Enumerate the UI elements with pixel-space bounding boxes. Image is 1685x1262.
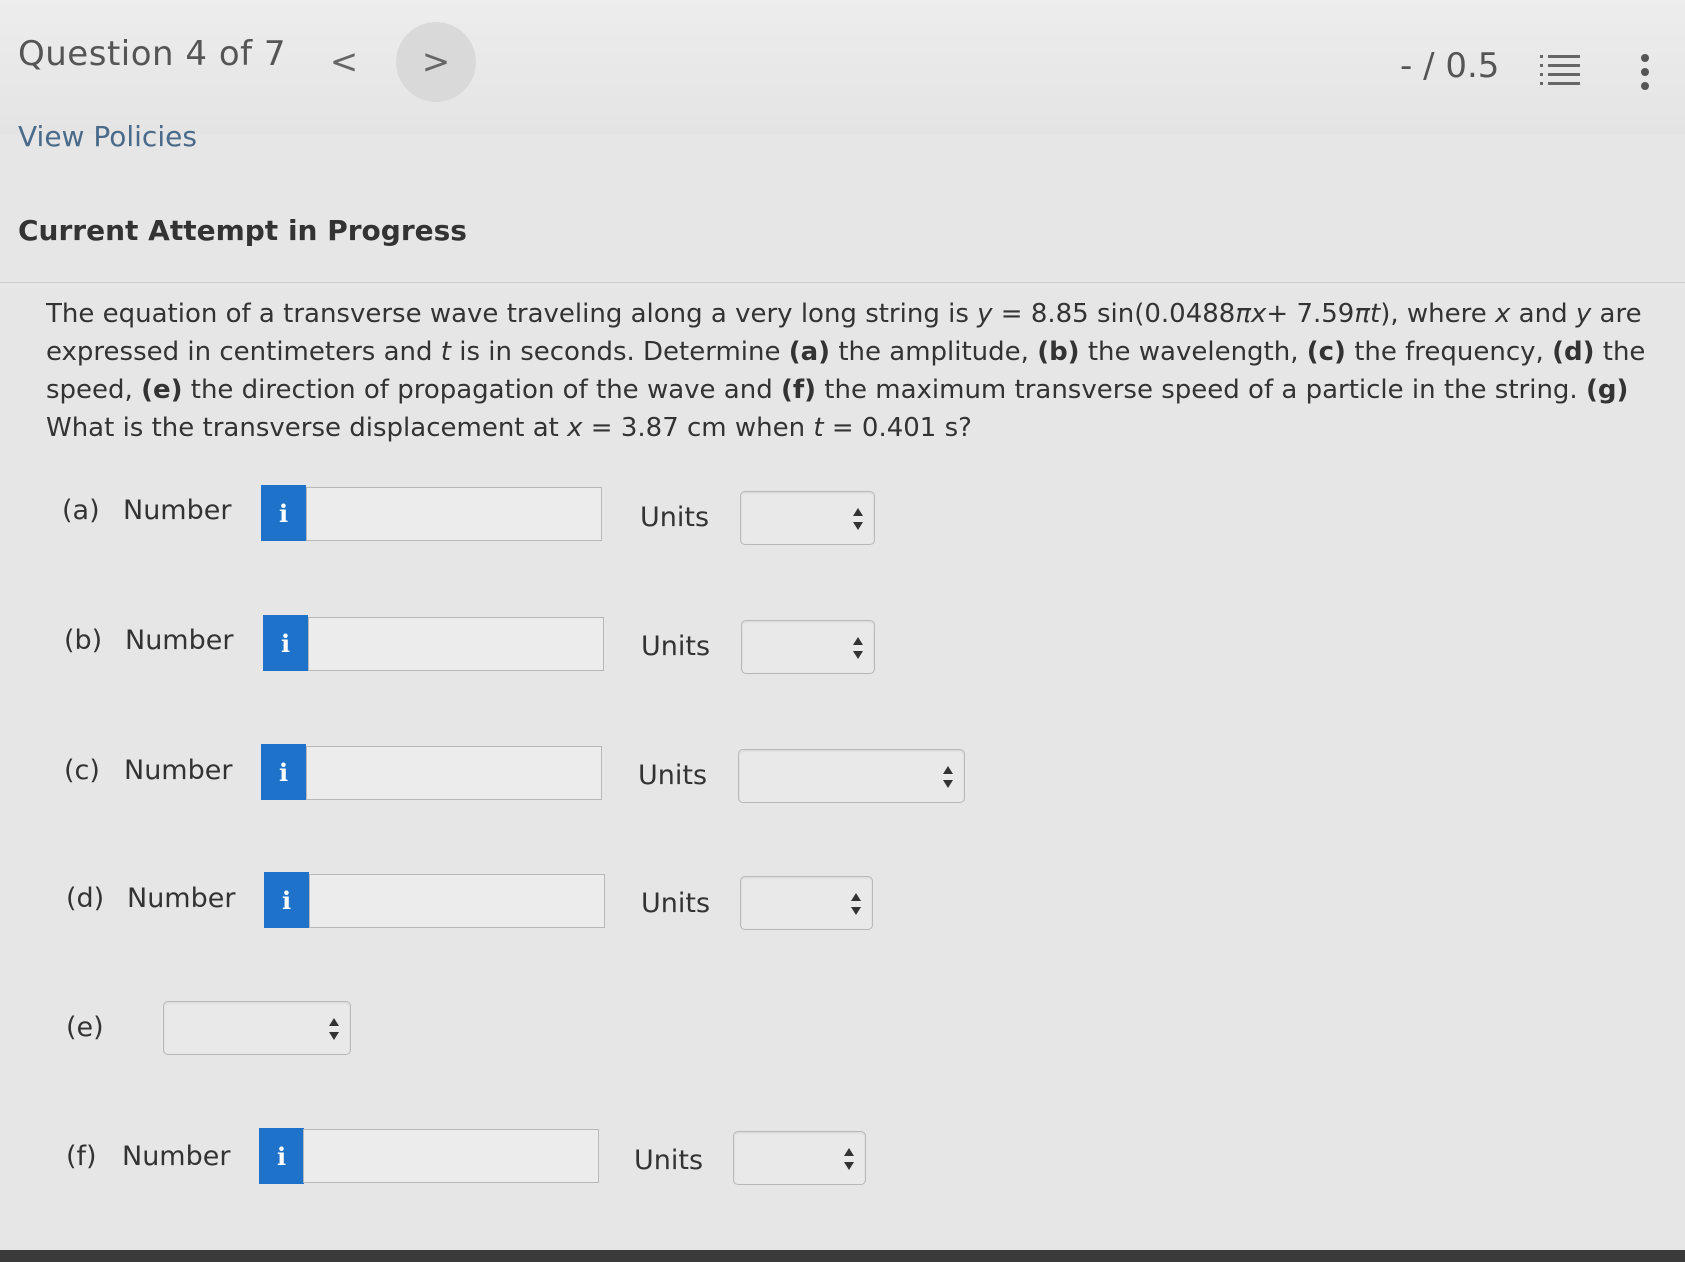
select-arrows-icon [853, 637, 863, 659]
question-list-icon[interactable] [1540, 52, 1582, 88]
part-d-info-button[interactable]: i [264, 872, 309, 928]
part-a-label: (a) [62, 495, 100, 526]
info-icon: i [281, 885, 292, 915]
bottom-edge [0, 1250, 1685, 1262]
part-f-number-input[interactable] [303, 1129, 599, 1183]
part-b-number-label: Number [125, 625, 234, 656]
part-f-info-button[interactable]: i [259, 1128, 304, 1184]
part-d-number-label: Number [127, 883, 236, 914]
info-icon: i [278, 498, 289, 528]
part-b-units-label: Units [641, 631, 711, 662]
part-e-direction-select[interactable] [163, 1001, 351, 1055]
part-c-number-label: Number [124, 755, 233, 786]
divider [0, 282, 1685, 283]
part-a-number-input[interactable] [306, 487, 602, 541]
part-f-label: (f) [66, 1141, 97, 1172]
part-a-units-select[interactable] [740, 491, 875, 545]
part-c-number-input[interactable] [306, 746, 602, 800]
part-c-label: (c) [64, 755, 100, 786]
question-title: Question 4 of 7 [18, 34, 287, 74]
select-arrows-icon [943, 766, 953, 788]
part-c-units-label: Units [638, 760, 708, 791]
part-d-units-select[interactable] [740, 876, 873, 930]
chevron-left-icon: < [329, 42, 359, 82]
info-icon: i [276, 1141, 287, 1171]
select-arrows-icon [329, 1018, 339, 1040]
select-arrows-icon [844, 1148, 854, 1170]
info-icon: i [278, 757, 289, 787]
chevron-right-icon: > [421, 42, 451, 82]
part-b-label: (b) [64, 625, 103, 656]
part-c-info-button[interactable]: i [261, 744, 306, 800]
attempt-status: Current Attempt in Progress [18, 214, 467, 247]
part-a-units-label: Units [640, 502, 710, 533]
more-options-icon[interactable] [1635, 52, 1655, 92]
part-b-info-button[interactable]: i [263, 615, 308, 671]
info-icon: i [280, 628, 291, 658]
part-f-units-select[interactable] [733, 1131, 866, 1185]
top-bar: Question 4 of 7 < > - / 0.5 [0, 0, 1685, 135]
part-b-number-input[interactable] [308, 617, 604, 671]
part-c-units-select[interactable] [738, 749, 965, 803]
part-d-units-label: Units [641, 888, 711, 919]
part-d-number-input[interactable] [309, 874, 605, 928]
select-arrows-icon [853, 508, 863, 530]
part-a-info-button[interactable]: i [261, 485, 306, 541]
next-question-button[interactable]: > [396, 22, 476, 102]
part-f-units-label: Units [634, 1145, 704, 1176]
score-display: - / 0.5 [1400, 46, 1500, 86]
part-f-number-label: Number [122, 1141, 231, 1172]
part-d-label: (d) [66, 883, 105, 914]
part-a-number-label: Number [123, 495, 232, 526]
previous-question-button[interactable]: < [304, 22, 384, 102]
select-arrows-icon [851, 893, 861, 915]
part-e-label: (e) [66, 1012, 104, 1043]
part-b-units-select[interactable] [741, 620, 875, 674]
question-text: The equation of a transverse wave travel… [46, 299, 1646, 443]
view-policies-link[interactable]: View Policies [18, 120, 197, 153]
